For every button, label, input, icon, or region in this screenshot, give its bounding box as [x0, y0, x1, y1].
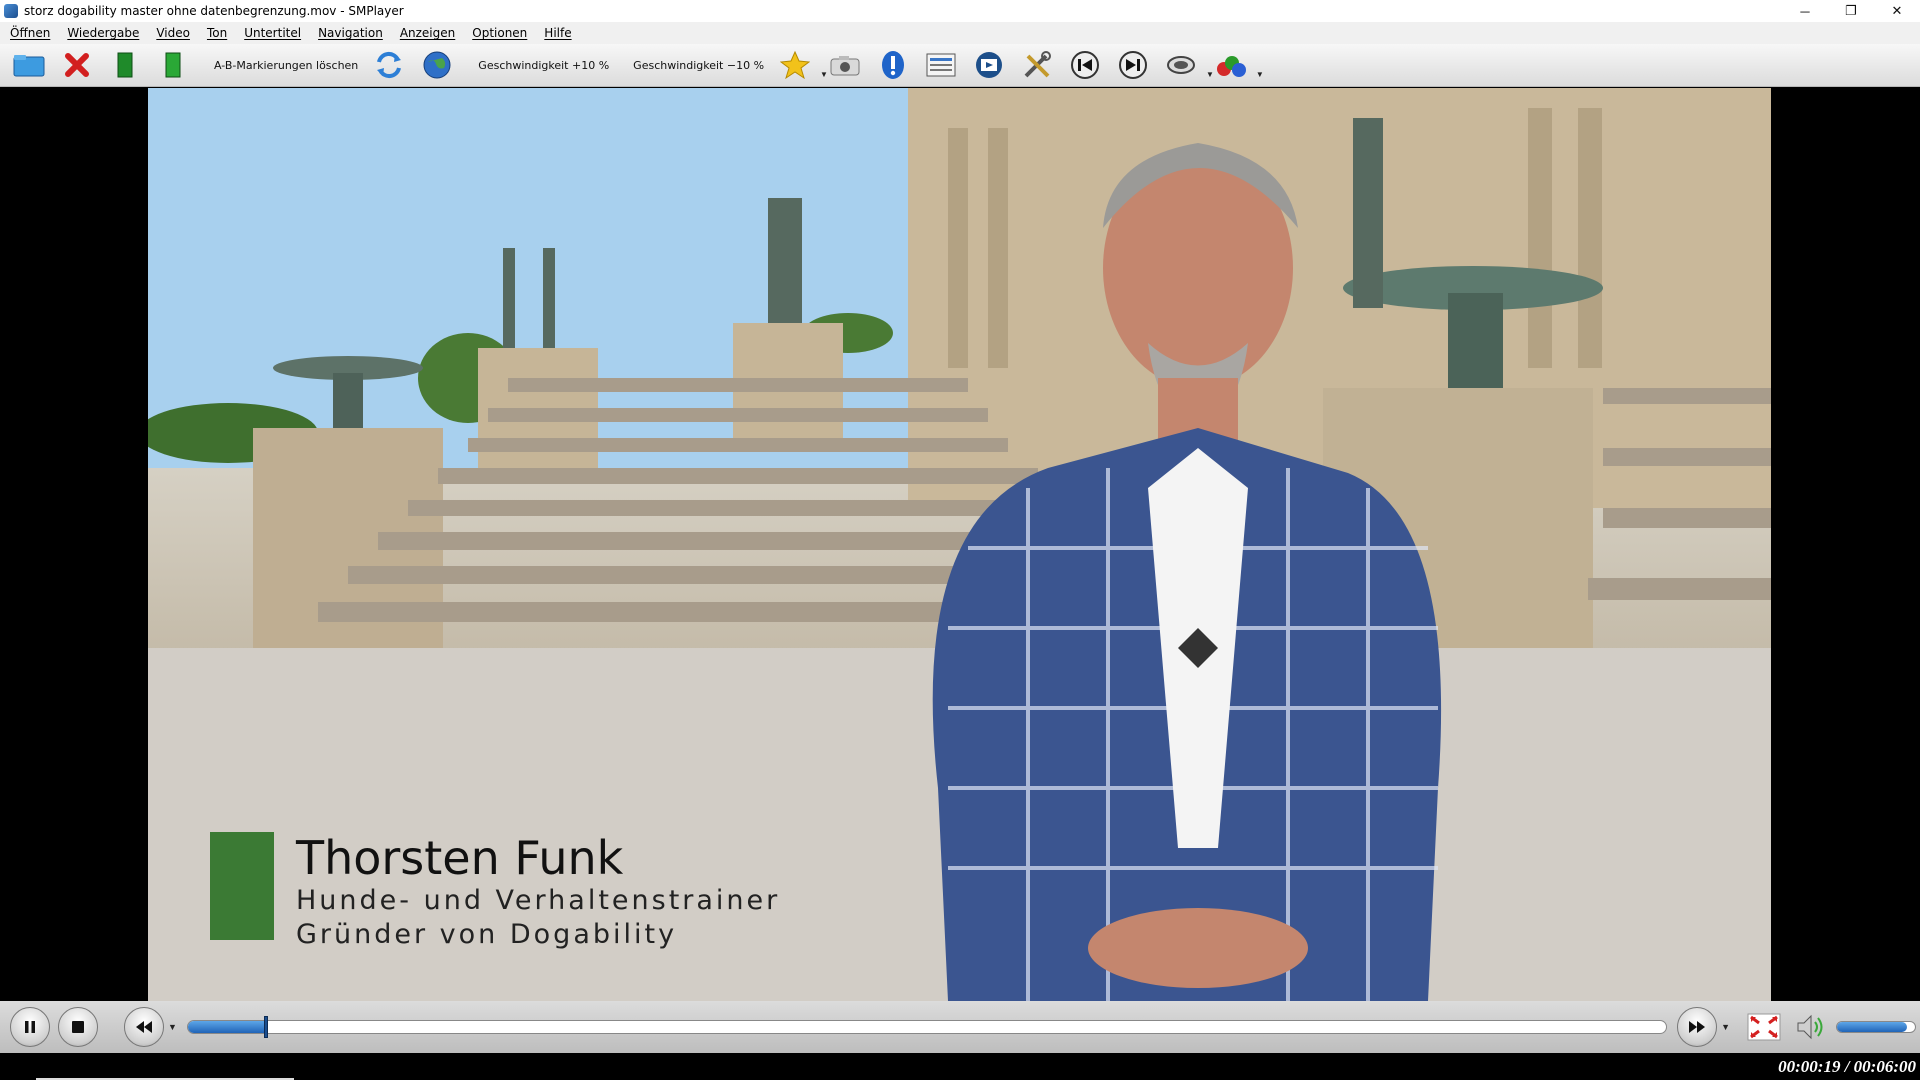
stop-icon	[72, 1021, 84, 1033]
fast-forward-icon	[1689, 1021, 1706, 1033]
video-frame[interactable]: Thorsten Funk Hunde- und Verhaltenstrain…	[148, 88, 1771, 1001]
volume-slider[interactable]	[1836, 1021, 1916, 1033]
main-toolbar: A-B-Markierungen löschen Geschwindigkeit…	[0, 44, 1920, 87]
time-display: 00:00:19 / 00:06:00	[1778, 1057, 1916, 1076]
view-mode-button[interactable]	[1164, 48, 1198, 82]
menu-hilfe[interactable]: Hilfe	[534, 26, 578, 40]
menu-bar: Öffnen Wiedergabe Video Ton Untertitel N…	[0, 22, 1920, 44]
caption-name: Thorsten Funk	[296, 831, 624, 885]
forward-button[interactable]	[1677, 1007, 1718, 1047]
menu-wiedergabe[interactable]: Wiedergabe	[57, 26, 146, 40]
view-mode-dropdown-arrow-icon[interactable]: ▼	[1206, 70, 1214, 79]
lower-third-green-bar	[210, 832, 274, 940]
eye-oval-icon	[1166, 56, 1195, 74]
seek-bar[interactable]	[186, 1016, 1668, 1038]
video-area[interactable]: Thorsten Funk Hunde- und Verhaltenstrain…	[0, 88, 1920, 1001]
fullscreen-button[interactable]	[1746, 1011, 1782, 1043]
title-bar: storz dogability master ohne datenbegren…	[0, 0, 1920, 22]
volume-level	[1837, 1022, 1908, 1032]
set-a-marker-button[interactable]	[108, 48, 142, 82]
menu-navigation[interactable]: Navigation	[308, 26, 390, 40]
menu-oeffnen[interactable]: Öffnen	[0, 26, 57, 40]
subtitle-dropdown-arrow-icon[interactable]: ▼	[1256, 70, 1264, 79]
red-x-icon	[65, 53, 89, 77]
rewind-icon	[136, 1021, 152, 1033]
pause-button[interactable]	[10, 1007, 50, 1047]
lower-third-text: Thorsten Funk Hunde- und Verhaltenstrain…	[296, 832, 780, 952]
a-marker-icon	[117, 52, 133, 78]
close-button[interactable]: ✕	[1874, 0, 1920, 22]
info-button[interactable]	[876, 48, 910, 82]
seek-progress	[187, 1021, 267, 1033]
smplayer-window: storz dogability master ohne datenbegren…	[0, 0, 1920, 1080]
camera-icon	[830, 56, 860, 76]
menu-ton[interactable]: Ton	[197, 26, 234, 40]
speaker-icon	[1797, 1014, 1823, 1040]
folder-icon	[13, 55, 45, 77]
rewind-dropdown-arrow-icon[interactable]: ▼	[168, 1022, 177, 1032]
speed-down-button[interactable]: Geschwindigkeit −10 %	[623, 48, 774, 82]
preferences-button[interactable]	[1020, 48, 1054, 82]
video-equalizer-button[interactable]	[972, 48, 1006, 82]
open-folder-button[interactable]	[12, 48, 46, 82]
playlist-button[interactable]	[924, 48, 958, 82]
next-button[interactable]	[1116, 48, 1150, 82]
skip-forward-icon	[1118, 51, 1147, 79]
clear-ab-markers-button[interactable]: A-B-Markierungen löschen	[204, 48, 368, 82]
menu-untertitel[interactable]: Untertitel	[234, 26, 308, 40]
rewind-button[interactable]	[124, 1007, 164, 1047]
subtitle-button[interactable]	[1214, 48, 1248, 82]
pause-icon	[25, 1021, 35, 1033]
playlist-icon	[926, 53, 956, 77]
close-media-button[interactable]	[60, 48, 94, 82]
fullscreen-icon	[1747, 1013, 1781, 1041]
menu-video[interactable]: Video	[146, 26, 197, 40]
exclamation-icon	[881, 51, 904, 79]
favorites-button[interactable]	[778, 48, 812, 82]
favorites-dropdown-arrow-icon[interactable]: ▼	[820, 70, 828, 79]
globe-icon	[423, 51, 451, 79]
lower-third-caption: Thorsten Funk Hunde- und Verhaltenstrain…	[210, 832, 780, 952]
menu-anzeigen[interactable]: Anzeigen	[390, 26, 462, 40]
previous-button[interactable]	[1068, 48, 1102, 82]
caption-role: Hunde- und Verhaltenstrainer	[296, 885, 781, 916]
skip-back-icon	[1070, 51, 1099, 79]
repeat-button[interactable]	[372, 48, 406, 82]
repeat-arrows-icon	[377, 51, 402, 79]
restore-button[interactable]: ❐	[1828, 0, 1874, 22]
open-url-button[interactable]	[420, 48, 454, 82]
window-title: storz dogability master ohne datenbegren…	[24, 4, 404, 18]
tools-icon	[1024, 51, 1051, 78]
status-bar: 00:00:19 / 00:06:00	[0, 1053, 1920, 1080]
menu-optionen[interactable]: Optionen	[462, 26, 534, 40]
forward-dropdown-arrow-icon[interactable]: ▼	[1721, 1022, 1730, 1032]
set-b-marker-button[interactable]	[156, 48, 190, 82]
minimize-button[interactable]: ─	[1782, 0, 1828, 22]
stop-button[interactable]	[58, 1007, 98, 1047]
mute-button[interactable]	[1794, 1011, 1830, 1043]
b-marker-icon	[165, 52, 181, 78]
control-bar: ▼ ▼	[0, 1001, 1920, 1053]
screenshot-button[interactable]	[828, 48, 862, 82]
abc-subtitle-icon	[1216, 56, 1246, 77]
film-reel-icon	[975, 52, 1002, 78]
star-icon	[780, 50, 811, 80]
seek-handle[interactable]	[264, 1016, 269, 1038]
caption-founder: Gründer von Dogability	[296, 919, 678, 950]
smplayer-app-icon	[4, 4, 18, 18]
speed-up-button[interactable]: Geschwindigkeit +10 %	[468, 48, 619, 82]
